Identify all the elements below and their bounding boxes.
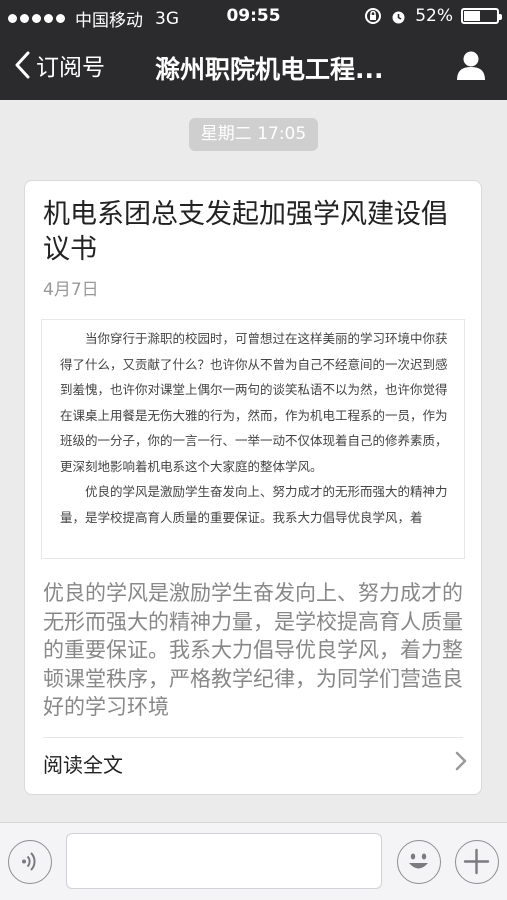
emoji-button[interactable] [397, 840, 441, 884]
navigation-bar: 订阅号 滁州职院机电工程... [0, 34, 507, 100]
voice-icon [22, 852, 36, 871]
article-cover-image: 当你穿行于滁职的校园时，可曾想过在这样美丽的学习环境中你获得了什么，又贡献了什么… [41, 319, 465, 559]
input-bar [0, 822, 507, 900]
plus-icon [463, 848, 490, 875]
page-title: 滁州职院机电工程... [155, 55, 384, 84]
battery-icon [461, 8, 502, 24]
voice-button[interactable] [8, 840, 52, 884]
message-input[interactable] [66, 833, 382, 889]
person-icon [457, 51, 485, 80]
status-bar: 中国移动 3G 09:55 52% [0, 0, 507, 34]
cover-paragraph-1: 当你穿行于滁职的校园时，可曾想过在这样美丽的学习环境中你获得了什么，又贡献了什么… [60, 331, 448, 474]
chevron-left-icon [15, 51, 30, 79]
back-label: 订阅号 [36, 55, 105, 81]
emoji-icon [409, 853, 428, 869]
back-button[interactable]: 订阅号 [14, 48, 105, 82]
article-date: 4月7日 [43, 280, 99, 300]
cover-paragraph-2: 优良的学风是激励学生奋发向上、努力成才的无形而强大的精神力量，是学校提高育人质量… [60, 484, 448, 525]
article-summary: 优良的学风是激励学生奋发向上、努力成才的无形而强大的精神力量，是学校提高育人质量… [43, 581, 463, 719]
divider [43, 737, 463, 738]
profile-button[interactable] [455, 49, 487, 85]
plus-button[interactable] [455, 840, 499, 884]
article-title: 机电系团总支发起加强学风建设倡议书 [43, 199, 448, 265]
status-right: 52% [364, 6, 502, 26]
rotation-lock-icon [365, 8, 382, 24]
article-card[interactable]: 机电系团总支发起加强学风建设倡议书 4月7日 当你穿行于滁职的校园时，可曾想过在… [24, 180, 482, 795]
message-timestamp: 星期二 17:05 [189, 118, 318, 151]
read-full-article-link[interactable]: 阅读全文 [43, 749, 123, 778]
alarm-icon [392, 11, 405, 23]
chevron-right-icon [455, 751, 467, 771]
battery-percent: 52% [415, 6, 453, 26]
cover-image-text: 当你穿行于滁职的校园时，可曾想过在这样美丽的学习环境中你获得了什么，又贡献了什么… [60, 326, 452, 530]
